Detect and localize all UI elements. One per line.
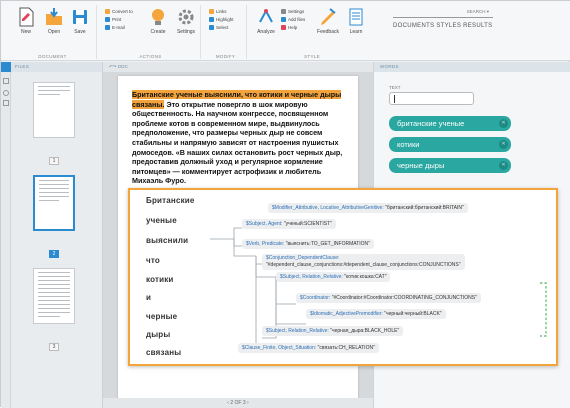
style-settings-button[interactable]: Settings (281, 9, 304, 14)
email-icon (105, 25, 110, 30)
feedback-pen-icon (321, 8, 336, 25)
search-icon[interactable] (3, 90, 9, 96)
page-icon[interactable] (3, 78, 9, 84)
print-button[interactable]: Print (105, 17, 121, 22)
remove-tag-icon[interactable]: ✕ (499, 161, 508, 170)
new-button[interactable]: New (13, 7, 39, 35)
document-group: New Open Save DOCUMENT (9, 5, 97, 59)
parse-node-conjunction[interactable]: $Conjunction_DependentClause: "#dependent… (262, 254, 465, 270)
parse-node-verb[interactable]: $Verb, Predicate: "выяснить:TO_GET_INFOR… (242, 239, 374, 249)
text-input[interactable] (389, 92, 474, 105)
word-tag-3[interactable]: черные дыры ✕ (389, 158, 511, 173)
parse-word: Британские (146, 196, 195, 205)
words-panel-header: WORDS (374, 62, 570, 72)
save-button[interactable]: Save (67, 7, 93, 35)
parse-word: выяснили (146, 236, 189, 245)
page-thumbnail-3[interactable] (33, 268, 75, 324)
bookmark-icon[interactable] (3, 100, 9, 106)
modify-group: Links Highlight Select MODIFY (205, 5, 247, 59)
add-files-icon (281, 17, 286, 22)
links-icon (209, 9, 214, 14)
text-input-label: TEXT (389, 85, 401, 90)
parse-word: дыры (146, 330, 171, 339)
links-button[interactable]: Links (209, 9, 227, 14)
word-tag-2[interactable]: котики ✕ (389, 137, 511, 152)
open-button[interactable]: Open (41, 7, 67, 35)
add-files-button[interactable]: Add files (281, 17, 305, 22)
modify-group-label: MODIFY (215, 54, 236, 59)
gear-icon (178, 9, 194, 25)
left-toolbar (1, 62, 11, 408)
ribbon-toolbar: New Open Save DOCUMENT Convert to Print … (1, 1, 570, 61)
word-tag-1[interactable]: британские ученые ✕ (389, 116, 511, 131)
document-text[interactable]: Британские ученые выяснили, что котики и… (132, 90, 354, 186)
new-document-icon (19, 7, 34, 27)
learn-button[interactable]: Learn (343, 7, 369, 35)
parse-node-subject-blackhole[interactable]: $Subject, Relation_Relative: "черная_дыр… (262, 326, 404, 336)
undo-redo-icon[interactable]: ↶↷ (109, 64, 117, 69)
parse-node-coordinator[interactable]: $Coordinator: "#Coordinator:#Coordinator… (296, 293, 481, 303)
actions-group-label: ACTIONS (139, 54, 162, 59)
email-button[interactable]: E-mail (105, 25, 125, 30)
actions-group: Convert to Print E-mail Create Settings … (101, 5, 201, 59)
remove-tag-icon[interactable]: ✕ (499, 140, 508, 149)
feedback-button[interactable]: Feedback (315, 7, 341, 35)
convert-icon (105, 9, 110, 14)
parse-word: связаны (146, 348, 182, 357)
help-button[interactable]: Help (281, 25, 297, 30)
doc-header: ↶↷ DOC (103, 62, 373, 72)
analyze-tree-icon (259, 8, 273, 23)
document-group-label: DOCUMENT (38, 54, 67, 59)
parse-node-modifier[interactable]: $Modifier_Attributive, Locative_Attribut… (268, 203, 468, 213)
print-icon (105, 17, 110, 22)
page-thumbnail-1[interactable] (33, 82, 75, 138)
analyze-button[interactable]: Analyze (253, 7, 279, 35)
page-number-1[interactable]: 1 (49, 157, 59, 165)
parse-word: ученые (146, 216, 177, 225)
parse-node-subject-cat[interactable]: $Subject, Relation_Relative: "котик:кошк… (276, 272, 391, 282)
chevron-down-icon: ▾ (486, 9, 489, 14)
page-indicator: 2 OF 3 (230, 400, 246, 406)
page-number-2[interactable]: 2 (49, 250, 59, 258)
open-folder-icon (46, 8, 62, 25)
parse-node-clause[interactable]: $Clause_Finite, Object_Situation: "связа… (238, 343, 379, 353)
highlight-icon (209, 17, 214, 22)
settings-button[interactable]: Settings (173, 7, 199, 35)
style-group: Analyze Settings Add files Help Feedback… (251, 5, 373, 59)
create-button[interactable]: Create (145, 7, 171, 35)
parse-word: что (146, 256, 160, 265)
files-toggle-icon[interactable] (1, 62, 11, 72)
highlight-button[interactable]: Highlight (209, 17, 234, 22)
parse-word: и (146, 293, 152, 302)
parse-word: черные (146, 312, 178, 321)
settings-small-icon (281, 9, 286, 14)
parse-node-subject-agent[interactable]: $Subject, Agent: "ученый:SCIENTIST" (242, 219, 336, 229)
select-cursor-icon (209, 25, 214, 30)
body-text: Это открытие повергло в шок мировую обще… (132, 99, 343, 186)
parse-word: котики (146, 275, 174, 284)
app-window: New Open Save DOCUMENT Convert to Print … (0, 0, 570, 408)
remove-tag-icon[interactable]: ✕ (499, 119, 508, 128)
page-number-3[interactable]: 3 (49, 343, 59, 351)
learn-document-icon (349, 8, 363, 26)
files-panel-header: FILES (11, 62, 102, 72)
parse-tree-popup: Британские ученые выяснили что котики и … (128, 188, 558, 366)
select-button[interactable]: Select (209, 25, 229, 30)
convert-button[interactable]: Convert to (105, 9, 133, 14)
top-tabs[interactable]: DOCUMENTS STYLES RESULTS (393, 23, 492, 29)
page-thumbnail-2[interactable] (33, 175, 75, 231)
lightbulb-icon (152, 9, 164, 25)
search-input[interactable]: SEARCH ▾ (393, 9, 493, 18)
style-group-label: STYLE (304, 54, 320, 59)
thumbnail-panel: FILES 1 2 3 (11, 62, 103, 408)
help-icon (281, 25, 286, 30)
save-disk-icon (73, 10, 87, 24)
text-caret (394, 95, 395, 103)
parse-node-premodifier[interactable]: $Idiomatic_AdjectivePremodifier: "черный… (306, 309, 446, 319)
